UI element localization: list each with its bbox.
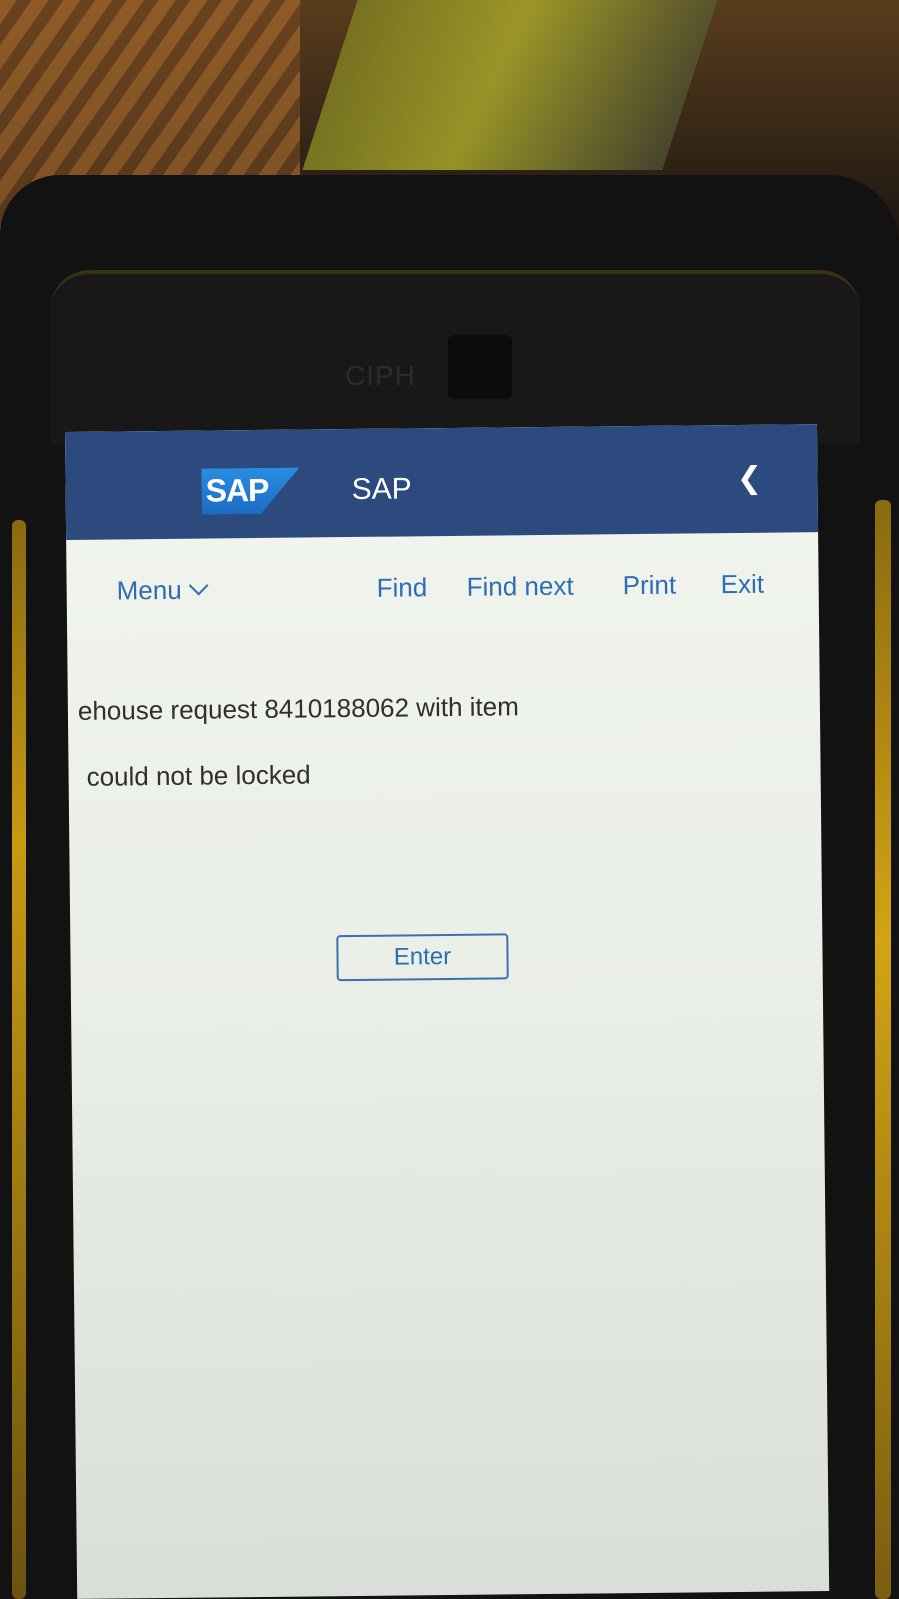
menu-button[interactable]: Menu	[116, 574, 209, 607]
find-next-button[interactable]: Find next	[466, 571, 573, 603]
print-button[interactable]: Print	[622, 570, 676, 602]
find-button[interactable]: Find	[376, 572, 427, 604]
background-object	[302, 0, 718, 170]
device-camera	[448, 335, 512, 399]
message-line-1: ehouse request 8410188062 with item	[77, 691, 519, 726]
shell-title: SAP	[351, 472, 412, 507]
message-line-2: could not be locked	[86, 759, 311, 792]
enter-button[interactable]: Enter	[336, 933, 509, 982]
device-bumper-left	[12, 520, 26, 1599]
exit-button[interactable]: Exit	[720, 569, 764, 600]
shell-bar: SAP SAP ❮	[65, 424, 819, 540]
device-bumper-right	[875, 500, 891, 1599]
toolbar: Menu Find Find next Print Exit	[66, 554, 818, 612]
chevron-down-icon	[188, 575, 209, 596]
device-brand-mark: CIPH	[345, 360, 416, 391]
menu-label: Menu	[116, 574, 182, 606]
device-screen: SAP SAP ❮ Menu Find Find next Print Exit…	[65, 424, 830, 1599]
chevron-left-icon: ❮	[736, 461, 763, 495]
photo-scene: CIPH SAP SAP ❮ Menu Find Find next Print…	[0, 0, 899, 1599]
sap-logo-text: SAP	[205, 471, 269, 509]
back-button[interactable]: ❮	[729, 459, 769, 499]
